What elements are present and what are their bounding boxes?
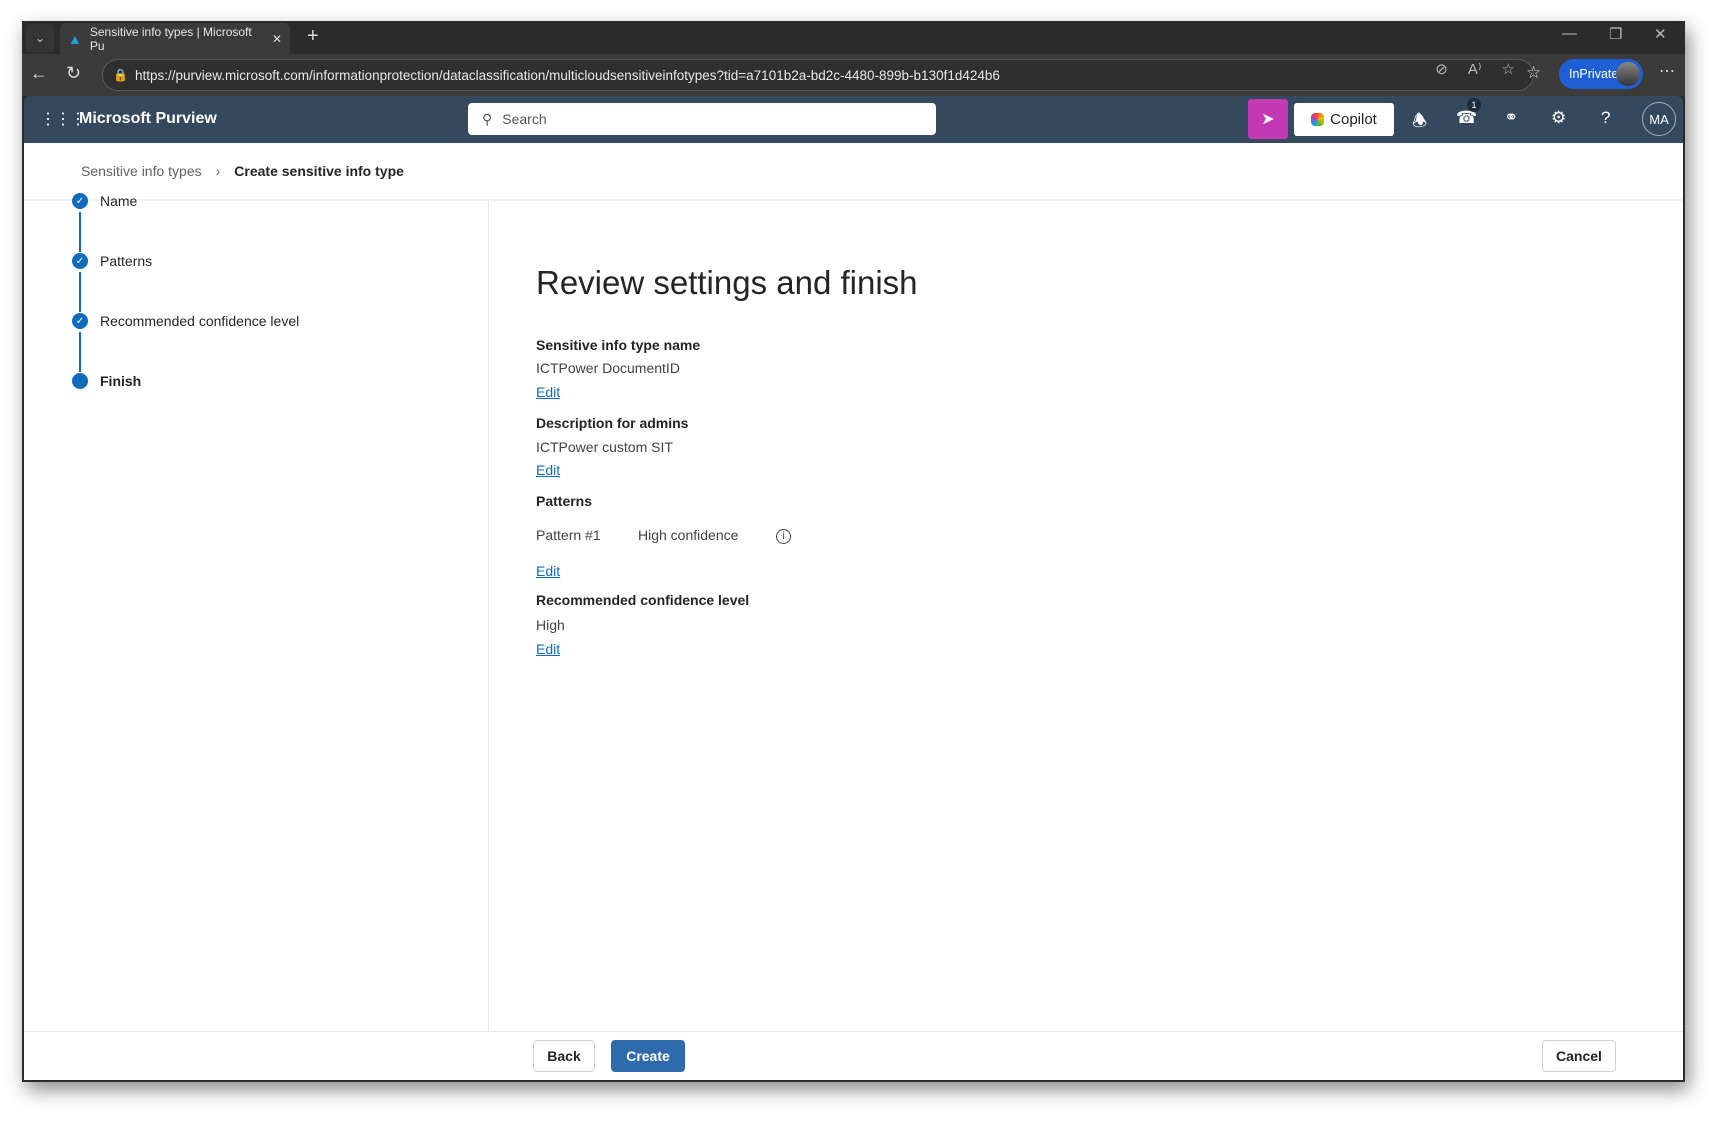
step-connector xyxy=(79,272,81,312)
avatar[interactable]: MA xyxy=(1642,102,1676,136)
breadcrumb: Sensitive info types › Create sensitive … xyxy=(81,163,404,179)
chevron-right-icon: › xyxy=(215,163,221,179)
check-icon: ✓ xyxy=(72,193,88,209)
profile-avatar-icon xyxy=(1616,62,1640,86)
pattern-name: Pattern #1 xyxy=(536,527,601,543)
copilot-button[interactable]: Copilot xyxy=(1294,103,1394,136)
step-label: Recommended confidence level xyxy=(100,313,300,329)
inprivate-button[interactable]: InPrivate xyxy=(1559,59,1643,89)
inprivate-label: InPrivate xyxy=(1569,67,1619,81)
edit-patterns-link[interactable]: Edit xyxy=(536,563,560,579)
patterns-label: Patterns xyxy=(536,493,593,509)
name-value: ICTPower DocumentID xyxy=(536,360,680,376)
wizard-steps: ✓ Name ✓ Patterns ✓ Recommended confidence … xyxy=(24,193,489,1032)
search-placeholder: Search xyxy=(502,111,547,127)
restore-icon[interactable]: ❐ xyxy=(1609,25,1622,43)
new-tab-icon[interactable]: + xyxy=(307,25,319,48)
step-label: Patterns xyxy=(100,253,153,269)
browser-window: ⌄ ▲ Sensitive info types | Microsoft Pu … xyxy=(22,21,1685,1082)
step-patterns[interactable]: ✓ Patterns xyxy=(72,253,152,269)
step-confidence[interactable]: ✓ Recommended confidence level xyxy=(72,313,299,329)
edit-confidence-link[interactable]: Edit xyxy=(536,641,560,657)
page-content: Sensitive info types › Create sensitive … xyxy=(24,143,1683,1080)
read-aloud-icon[interactable]: A⁾ xyxy=(1468,60,1482,78)
notification-badge: 1 xyxy=(1467,98,1481,112)
back-button[interactable]: Back xyxy=(533,1040,595,1072)
address-row: ← ↻ 🔒 https://purview.microsoft.com/info… xyxy=(22,54,1685,96)
lock-icon: 🔒 xyxy=(113,68,128,82)
favorite-star-icon[interactable]: ☆ xyxy=(1502,60,1515,78)
favorites-icon[interactable]: ☆ xyxy=(1526,63,1541,83)
tab-bar: ⌄ ▲ Sensitive info types | Microsoft Pu … xyxy=(22,21,1685,54)
close-tab-icon[interactable]: ✕ xyxy=(272,32,282,46)
purview-header: ⋮⋮⋮ Microsoft Purview ⚲ Search ➤ Copilot… xyxy=(24,96,1683,143)
tracking-prevention-icon[interactable]: ⊘ xyxy=(1435,60,1448,78)
breadcrumb-parent[interactable]: Sensitive info types xyxy=(81,163,202,179)
create-button[interactable]: Create xyxy=(611,1040,685,1072)
help-icon[interactable]: ? xyxy=(1601,108,1610,128)
url-text: https://purview.microsoft.com/informatio… xyxy=(135,67,1000,83)
address-bar[interactable]: 🔒 https://purview.microsoft.com/informat… xyxy=(102,59,1534,91)
refresh-icon[interactable]: ↻ xyxy=(66,63,81,84)
name-label: Sensitive info type name xyxy=(536,337,701,353)
info-icon[interactable]: i xyxy=(776,529,791,544)
check-icon: ✓ xyxy=(72,253,88,269)
tab-title: Sensitive info types | Microsoft Pu xyxy=(89,24,252,53)
step-label: Finish xyxy=(100,373,142,389)
step-connector xyxy=(79,212,81,252)
pattern-confidence: High confidence xyxy=(638,527,739,543)
footer-divider xyxy=(24,1031,1683,1032)
edit-name-link[interactable]: Edit xyxy=(536,384,560,400)
more-options-icon[interactable]: ⋯ xyxy=(1659,61,1675,81)
confidence-value: High xyxy=(536,617,565,633)
description-label: Description for admins xyxy=(536,415,689,431)
description-value: ICTPower custom SIT xyxy=(536,439,673,455)
page-title: Review settings and finish xyxy=(536,264,918,301)
current-step-icon xyxy=(72,373,88,389)
step-label: Name xyxy=(100,193,138,209)
confidence-label: Recommended confidence level xyxy=(536,592,750,608)
purview-favicon-icon: ▲ xyxy=(68,30,82,47)
search-input[interactable]: ⚲ Search xyxy=(468,103,936,135)
tab-actions-chevron-icon[interactable]: ⌄ xyxy=(26,24,54,52)
app-title[interactable]: Microsoft Purview xyxy=(79,110,217,128)
copilot-logo-icon xyxy=(1311,113,1325,126)
step-connector xyxy=(79,332,81,372)
step-finish[interactable]: Finish xyxy=(72,373,141,389)
copilot-label: Copilot xyxy=(1330,111,1377,128)
browser-tab[interactable]: ▲ Sensitive info types | Microsoft Pu ✕ xyxy=(60,23,290,54)
close-window-icon[interactable]: ✕ xyxy=(1654,25,1667,43)
bell-icon[interactable]: 🕭 xyxy=(1412,108,1427,137)
edit-description-link[interactable]: Edit xyxy=(536,462,560,478)
gear-icon[interactable]: ⚙ xyxy=(1551,108,1566,128)
back-arrow-icon[interactable]: ← xyxy=(30,63,48,84)
address-bar-icons: ⊘ A⁾ ☆ xyxy=(1435,60,1515,78)
feedback-icon[interactable]: ⚭ xyxy=(1504,108,1518,128)
check-icon: ✓ xyxy=(72,313,88,329)
rocket-icon[interactable]: ➤ xyxy=(1248,99,1288,139)
minimize-icon[interactable]: — xyxy=(1562,25,1577,42)
step-name[interactable]: ✓ Name xyxy=(72,193,137,209)
breadcrumb-current: Create sensitive info type xyxy=(234,163,404,179)
cancel-button[interactable]: Cancel xyxy=(1542,1040,1616,1072)
search-icon: ⚲ xyxy=(482,110,493,127)
